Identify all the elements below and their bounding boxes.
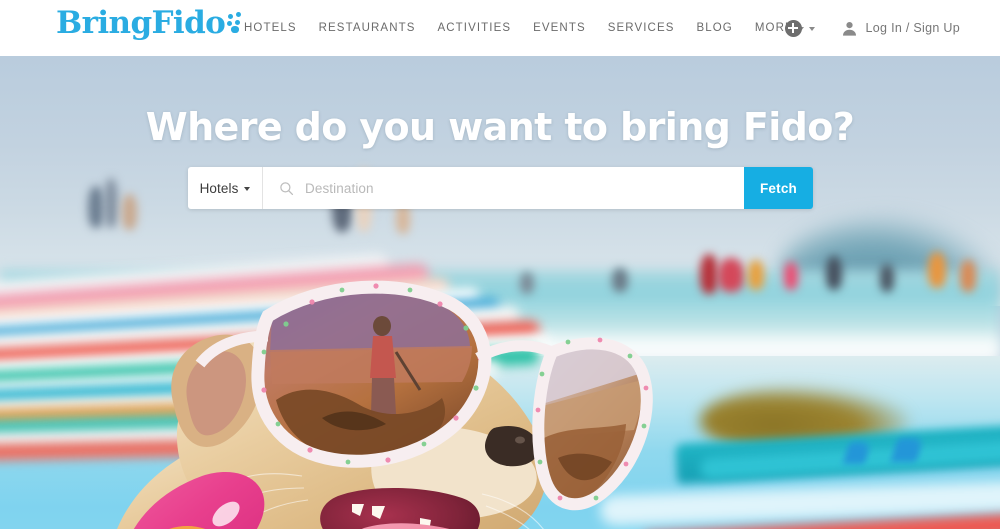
logo-text: BringFido [56,5,226,41]
destination-input[interactable] [305,168,744,208]
search-field-wrapper [263,167,744,209]
search-type-dropdown[interactable]: Hotels [188,167,263,209]
nav-item-blog[interactable]: BLOG [686,22,744,34]
nav-item-events[interactable]: EVENTS [522,22,597,34]
nav-item-restaurants[interactable]: RESTAURANTS [308,22,427,34]
nav-item-activities[interactable]: ACTIVITIES [427,22,523,34]
search-type-value: Hotels [199,180,239,196]
nav-item-hotels[interactable]: HOTELS [244,22,308,34]
user-icon [842,21,856,36]
paw-print-icon [227,11,245,34]
hero-headline: Where do you want to bring Fido? [145,105,855,149]
login-signup-label: Log In / Sign Up [865,21,960,35]
site-header: BringFido HOTELS RESTAURANTS ACTIVITIES … [0,0,1000,56]
login-signup-button[interactable]: Log In / Sign Up [841,20,960,37]
main-navigation: HOTELS RESTAURANTS ACTIVITIES EVENTS SER… [244,0,815,56]
magnifier-icon [280,181,294,195]
header-actions: Log In / Sign Up [784,0,960,56]
hero-content: Where do you want to bring Fido? Hotels … [0,56,1000,529]
hero-section: Where do you want to bring Fido? Hotels … [0,56,1000,529]
add-button[interactable] [784,19,815,37]
site-logo[interactable]: BringFido [56,8,245,39]
chevron-down-icon [244,187,251,191]
nav-item-services[interactable]: SERVICES [597,22,686,34]
fetch-submit-button[interactable]: Fetch [744,167,813,209]
plus-circle-icon [784,19,802,37]
hero-search-bar: Hotels Fetch [188,167,813,209]
page-root: BringFido HOTELS RESTAURANTS ACTIVITIES … [0,0,1000,529]
chevron-down-icon [808,27,815,31]
